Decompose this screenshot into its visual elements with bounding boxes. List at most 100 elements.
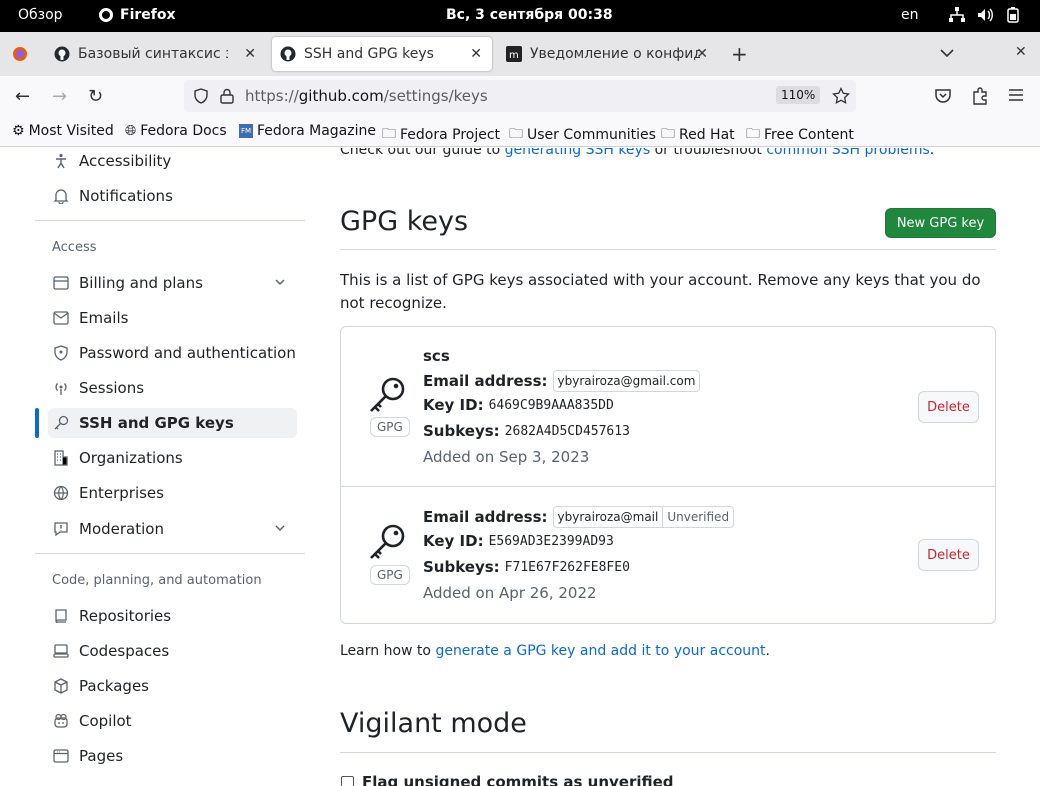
sidebar-item-notifications[interactable]: Notifications bbox=[52, 181, 297, 211]
close-window-icon[interactable]: ✕ bbox=[1015, 44, 1027, 60]
tab-basic-syntax[interactable]: Базовый синтаксис запи ✕ bbox=[46, 37, 266, 71]
subkeys-line: Subkeys: F71E67F262FE8FE0 bbox=[423, 558, 630, 576]
added-date: Added on Sep 3, 2023 bbox=[423, 448, 590, 466]
key-icon bbox=[52, 414, 70, 432]
lock-icon[interactable] bbox=[220, 88, 234, 104]
bookmark-fedora-magazine[interactable]: FM Fedora Magazine bbox=[239, 123, 376, 139]
system-tray[interactable] bbox=[948, 6, 1022, 24]
broadcast-icon bbox=[52, 379, 70, 397]
flag-unsigned-checkbox[interactable] bbox=[341, 776, 354, 786]
generate-gpg-key-link[interactable]: generate a GPG key and add it to your ac… bbox=[435, 643, 765, 659]
bookmark-fedora-docs[interactable]: 🌐︎ Fedora Docs bbox=[125, 123, 227, 139]
vigilant-mode-title: Vigilant mode bbox=[340, 708, 527, 739]
accessibility-icon bbox=[52, 152, 70, 170]
bookmark-fedora-project[interactable]: 🗀 Fedora Project bbox=[382, 123, 500, 147]
section-divider bbox=[340, 249, 996, 250]
sidebar-item-organizations[interactable]: Organizations bbox=[52, 443, 297, 473]
key-icon bbox=[370, 377, 405, 412]
pocket-icon[interactable] bbox=[934, 88, 952, 104]
sidebar-divider bbox=[35, 553, 305, 554]
close-tab-icon[interactable]: ✕ bbox=[470, 46, 482, 62]
volume-icon bbox=[978, 8, 993, 22]
close-tab-icon[interactable]: ✕ bbox=[696, 46, 708, 62]
firefox-app-icon bbox=[99, 8, 113, 22]
gpg-key-row: GPG Email address: ybyrairoza@mail Unverif… bbox=[341, 486, 995, 623]
sidebar-item-codespaces[interactable]: Codespaces bbox=[52, 636, 297, 666]
sidebar-item-billing[interactable]: Billing and plans bbox=[52, 268, 297, 298]
sidebar-item-repositories[interactable]: Repositories bbox=[52, 601, 297, 631]
gpg-description: This is a list of GPG keys associated wi… bbox=[340, 271, 981, 312]
package-icon bbox=[52, 677, 70, 695]
sidebar-heading-code: Code, planning, and automation bbox=[52, 573, 262, 588]
new-gpg-key-button[interactable]: New GPG key bbox=[885, 208, 996, 238]
tab-ssh-gpg-keys[interactable]: SSH and GPG keys ✕ bbox=[272, 37, 492, 71]
sidebar-item-ssh-gpg-keys[interactable]: SSH and GPG keys bbox=[48, 408, 297, 438]
bookmark-most-visited[interactable]: ⚙ Most Visited bbox=[12, 123, 114, 139]
common-ssh-problems-link[interactable]: common SSH problems bbox=[766, 148, 929, 158]
hamburger-menu-icon[interactable] bbox=[1008, 88, 1024, 102]
generating-ssh-keys-link[interactable]: generating SSH keys bbox=[505, 148, 650, 158]
bookmark-user-communities[interactable]: 🗀 User Communities bbox=[509, 123, 656, 147]
folder-icon: 🗀 bbox=[661, 126, 675, 142]
sidebar-item-packages[interactable]: Packages bbox=[52, 671, 297, 701]
tab-label: Базовый синтаксис запи bbox=[78, 46, 228, 62]
selected-indicator bbox=[35, 408, 39, 438]
chevron-down-icon[interactable] bbox=[273, 275, 287, 289]
chevron-down-icon[interactable] bbox=[940, 48, 954, 58]
globe-icon bbox=[52, 484, 70, 502]
app-menu[interactable]: Firefox bbox=[98, 7, 176, 23]
system-top-bar: Обзор Firefox Вс, 3 сентября 00:38 en bbox=[0, 0, 1040, 32]
url-bar[interactable]: https://github.com/settings/keys 110% bbox=[184, 80, 856, 112]
flag-unsigned-label: Flag unsigned commits as unverified bbox=[362, 773, 674, 786]
bookmark-free-content[interactable]: 🗀 Free Content bbox=[746, 123, 854, 147]
bookmark-star-icon[interactable] bbox=[832, 87, 850, 105]
delete-key-button[interactable]: Delete bbox=[918, 539, 979, 571]
url-text: https://github.com/settings/keys bbox=[245, 87, 488, 105]
page-content: Accessibility Notifications Access Billi… bbox=[0, 148, 1040, 786]
close-tab-icon[interactable]: ✕ bbox=[244, 46, 256, 62]
sidebar-item-accessibility[interactable]: Accessibility bbox=[52, 148, 297, 176]
zoom-indicator[interactable]: 110% bbox=[776, 86, 821, 104]
keyboard-layout[interactable]: en bbox=[901, 7, 919, 23]
folder-icon: 🗀 bbox=[746, 126, 760, 142]
new-tab-icon[interactable]: + bbox=[731, 42, 748, 66]
navigation-bar: ← → ↻ https://github.com/settings/keys 1… bbox=[0, 76, 1040, 117]
email-line: Email address: ybyrairoza@mail Unverified bbox=[423, 506, 735, 528]
sidebar-item-enterprises[interactable]: Enterprises bbox=[52, 478, 297, 508]
credit-card-icon bbox=[52, 274, 70, 292]
gpg-key-list: GPG scs Email address: ybyrairoza@gmail.c… bbox=[340, 326, 996, 624]
delete-key-button[interactable]: Delete bbox=[918, 391, 979, 423]
back-icon[interactable]: ← bbox=[15, 86, 30, 107]
activities-button[interactable]: Обзор bbox=[18, 7, 63, 23]
reload-icon[interactable]: ↻ bbox=[88, 86, 103, 107]
extensions-icon[interactable] bbox=[971, 87, 989, 105]
sidebar-item-sessions[interactable]: Sessions bbox=[52, 373, 297, 403]
sidebar-item-moderation[interactable]: Moderation bbox=[52, 514, 297, 544]
github-icon bbox=[280, 46, 296, 62]
forward-icon[interactable]: → bbox=[52, 86, 67, 107]
tab-label: SSH and GPG keys bbox=[304, 46, 434, 62]
folder-icon: 🗀 bbox=[509, 126, 523, 142]
sidebar-item-copilot[interactable]: Copilot bbox=[52, 706, 297, 736]
tab-privacy-notice[interactable]: m Уведомление о конфиде ✕ bbox=[498, 37, 718, 71]
sidebar-item-emails[interactable]: Emails bbox=[52, 303, 297, 333]
chevron-down-icon[interactable] bbox=[273, 521, 287, 535]
bookmark-red-hat[interactable]: 🗀 Red Hat bbox=[661, 123, 735, 147]
shield-lock-icon bbox=[52, 344, 70, 362]
network-icon bbox=[949, 7, 965, 22]
section-divider bbox=[340, 752, 996, 753]
ssh-help-text: Check out our guide to generating SSH ke… bbox=[340, 148, 990, 162]
mail-icon bbox=[52, 309, 70, 327]
sidebar-item-password[interactable]: Password and authentication bbox=[52, 338, 297, 368]
email-line: Email address: ybyrairoza@gmail.com bbox=[423, 370, 701, 392]
clock[interactable]: Вс, 3 сентября 00:38 bbox=[446, 7, 613, 23]
shield-icon[interactable] bbox=[193, 88, 209, 104]
key-icon bbox=[370, 524, 405, 559]
gear-icon: ⚙ bbox=[12, 123, 25, 139]
added-date: Added on Apr 26, 2022 bbox=[423, 584, 597, 602]
tab-label: Уведомление о конфиде bbox=[530, 46, 700, 62]
firefox-view-icon[interactable] bbox=[12, 46, 28, 62]
bell-icon bbox=[52, 187, 70, 205]
sidebar-item-pages[interactable]: Pages bbox=[52, 741, 297, 771]
email-pill: ybyrairoza@gmail.com bbox=[552, 370, 701, 392]
